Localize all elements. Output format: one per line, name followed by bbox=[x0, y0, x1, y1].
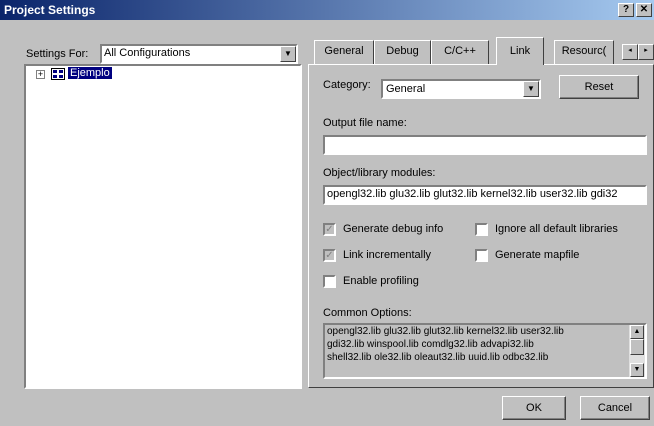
generate-debug-checkbox[interactable]: ✓ bbox=[323, 223, 336, 236]
category-dropdown[interactable]: General ▼ bbox=[381, 79, 541, 99]
enable-profiling-checkbox[interactable] bbox=[323, 275, 336, 288]
chevron-down-icon[interactable]: ▼ bbox=[523, 81, 539, 97]
tree-item-ejemplo[interactable]: Ejemplo bbox=[68, 67, 112, 79]
project-icon bbox=[51, 68, 65, 80]
scroll-up-icon[interactable]: ▲ bbox=[630, 325, 644, 339]
settings-for-value: All Configurations bbox=[104, 47, 191, 59]
ignore-default-libs-label: Ignore all default libraries bbox=[495, 223, 618, 235]
chevron-down-icon[interactable]: ▼ bbox=[280, 46, 296, 62]
tab-scroll-left-icon[interactable]: ◂ bbox=[622, 44, 638, 60]
generate-mapfile-checkbox[interactable] bbox=[475, 249, 488, 262]
common-options-line: opengl32.lib glu32.lib glut32.lib kernel… bbox=[327, 326, 564, 337]
help-button[interactable]: ? bbox=[618, 3, 634, 17]
object-modules-input[interactable]: opengl32.lib glu32.lib glut32.lib kernel… bbox=[323, 185, 647, 205]
tree-expand-icon[interactable]: + bbox=[36, 70, 45, 79]
tab-scroll-right-icon[interactable]: ▸ bbox=[638, 44, 654, 60]
tab-resources[interactable]: Resourc( bbox=[554, 40, 614, 64]
common-options-textarea[interactable]: opengl32.lib glu32.lib glut32.lib kernel… bbox=[323, 323, 647, 379]
common-options-label: Common Options: bbox=[323, 307, 412, 319]
link-settings-panel: Category: General ▼ Reset Output file na… bbox=[308, 64, 654, 388]
tab-c-cpp[interactable]: C/C++ bbox=[431, 40, 489, 64]
common-options-line: gdi32.lib winspool.lib comdlg32.lib adva… bbox=[327, 339, 534, 350]
output-file-label: Output file name: bbox=[323, 117, 407, 129]
link-incrementally-checkbox[interactable]: ✓ bbox=[323, 249, 336, 262]
scrollbar[interactable]: ▲ ▼ bbox=[629, 325, 645, 377]
scroll-thumb[interactable] bbox=[630, 339, 644, 355]
settings-for-label: Settings For: bbox=[26, 48, 89, 60]
settings-for-dropdown[interactable]: All Configurations ▼ bbox=[100, 44, 298, 64]
ok-button[interactable]: OK bbox=[502, 396, 566, 420]
generate-debug-label: Generate debug info bbox=[343, 223, 444, 235]
scroll-down-icon[interactable]: ▼ bbox=[630, 363, 644, 377]
generate-mapfile-label: Generate mapfile bbox=[495, 249, 580, 261]
common-options-line: shell32.lib ole32.lib oleaut32.lib uuid.… bbox=[327, 352, 549, 363]
category-value: General bbox=[386, 83, 426, 95]
project-tree[interactable]: + Ejemplo bbox=[24, 64, 302, 389]
category-label: Category: bbox=[323, 79, 371, 91]
object-modules-label: Object/library modules: bbox=[323, 167, 436, 179]
tab-link[interactable]: Link bbox=[496, 37, 544, 65]
cancel-button[interactable]: Cancel bbox=[580, 396, 650, 420]
link-incrementally-label: Link incrementally bbox=[343, 249, 432, 261]
title-bar: Project Settings ? ✕ bbox=[0, 0, 654, 20]
window-title: Project Settings bbox=[4, 3, 96, 17]
reset-button[interactable]: Reset bbox=[559, 75, 639, 99]
output-file-input[interactable] bbox=[323, 135, 647, 155]
tab-debug[interactable]: Debug bbox=[374, 40, 431, 64]
ignore-default-libs-checkbox[interactable] bbox=[475, 223, 488, 236]
enable-profiling-label: Enable profiling bbox=[343, 275, 419, 287]
close-button[interactable]: ✕ bbox=[636, 3, 652, 17]
tab-general[interactable]: General bbox=[314, 40, 374, 64]
